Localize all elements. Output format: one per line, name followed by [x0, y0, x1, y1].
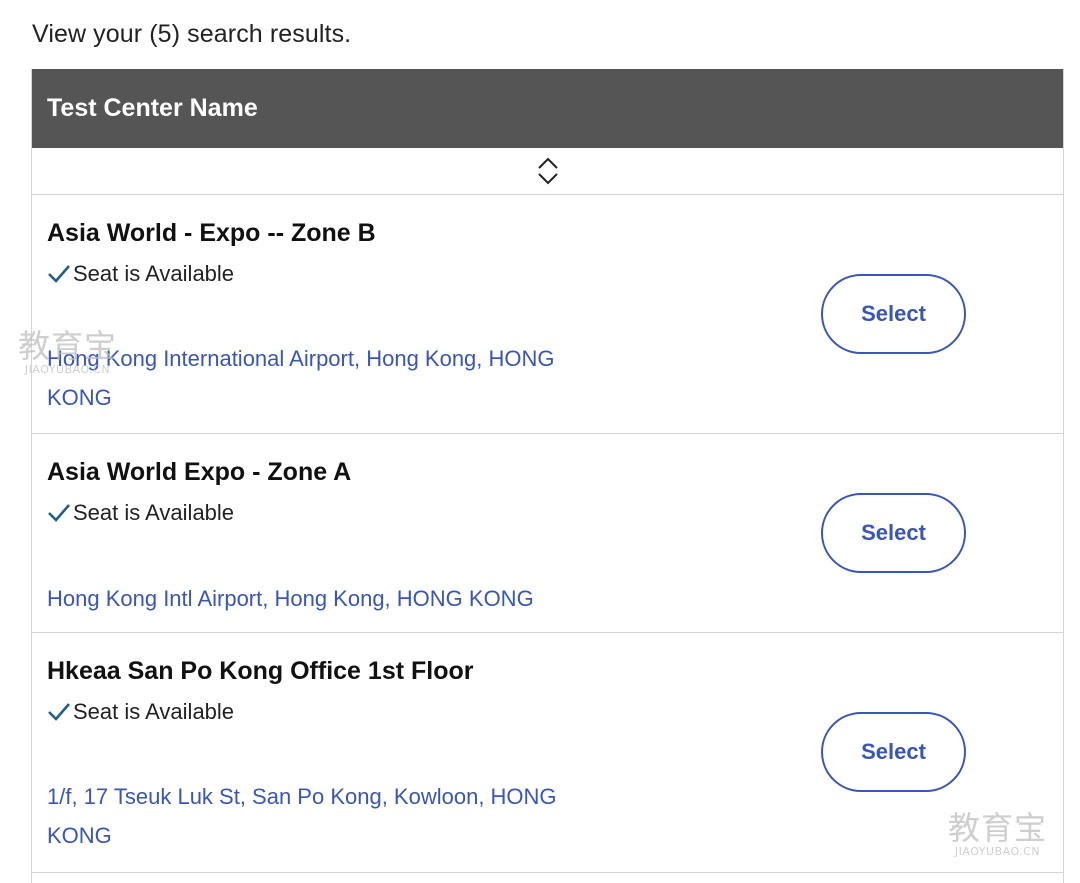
table-row: Asia World Expo - Zone A Seat is Availab… — [32, 434, 1063, 633]
column-header-test-center-name: Test Center Name — [47, 94, 258, 122]
table-row: Hkeaa San Po Kong Office 1st Floor Seat … — [32, 633, 1063, 873]
table-row-partial — [32, 873, 1063, 883]
results-summary: View your (5) search results. — [32, 20, 352, 48]
table-row: Asia World - Expo -- Zone B Seat is Avai… — [32, 195, 1063, 434]
search-results-page: View your (5) search results. Test Cente… — [0, 0, 1080, 883]
select-button[interactable]: Select — [821, 274, 966, 354]
availability-status: Seat is Available — [47, 500, 234, 526]
table-header: Test Center Name — [32, 69, 1063, 148]
sort-updown-icon[interactable] — [536, 156, 560, 186]
sort-row — [32, 148, 1063, 195]
checkmark-icon — [48, 265, 70, 283]
availability-label: Seat is Available — [73, 500, 235, 525]
test-center-address-link[interactable]: Hong Kong Intl Airport, Hong Kong, HONG … — [47, 579, 607, 618]
availability-status: Seat is Available — [47, 261, 234, 287]
test-center-name: Asia World - Expo -- Zone B — [47, 219, 376, 247]
test-center-address-link[interactable]: 1/f, 17 Tseuk Luk St, San Po Kong, Kowlo… — [47, 777, 607, 855]
select-button[interactable]: Select — [821, 493, 966, 573]
test-center-address-link[interactable]: Hong Kong International Airport, Hong Ko… — [47, 339, 607, 417]
test-center-name: Hkeaa San Po Kong Office 1st Floor — [47, 657, 474, 685]
availability-status: Seat is Available — [47, 699, 234, 725]
availability-label: Seat is Available — [73, 261, 235, 286]
test-center-name: Asia World Expo - Zone A — [47, 458, 352, 486]
test-center-table: Test Center Name Asia World - Expo -- Zo… — [31, 69, 1064, 883]
checkmark-icon — [48, 504, 70, 522]
checkmark-icon — [48, 703, 70, 721]
availability-label: Seat is Available — [73, 699, 235, 724]
select-button[interactable]: Select — [821, 712, 966, 792]
